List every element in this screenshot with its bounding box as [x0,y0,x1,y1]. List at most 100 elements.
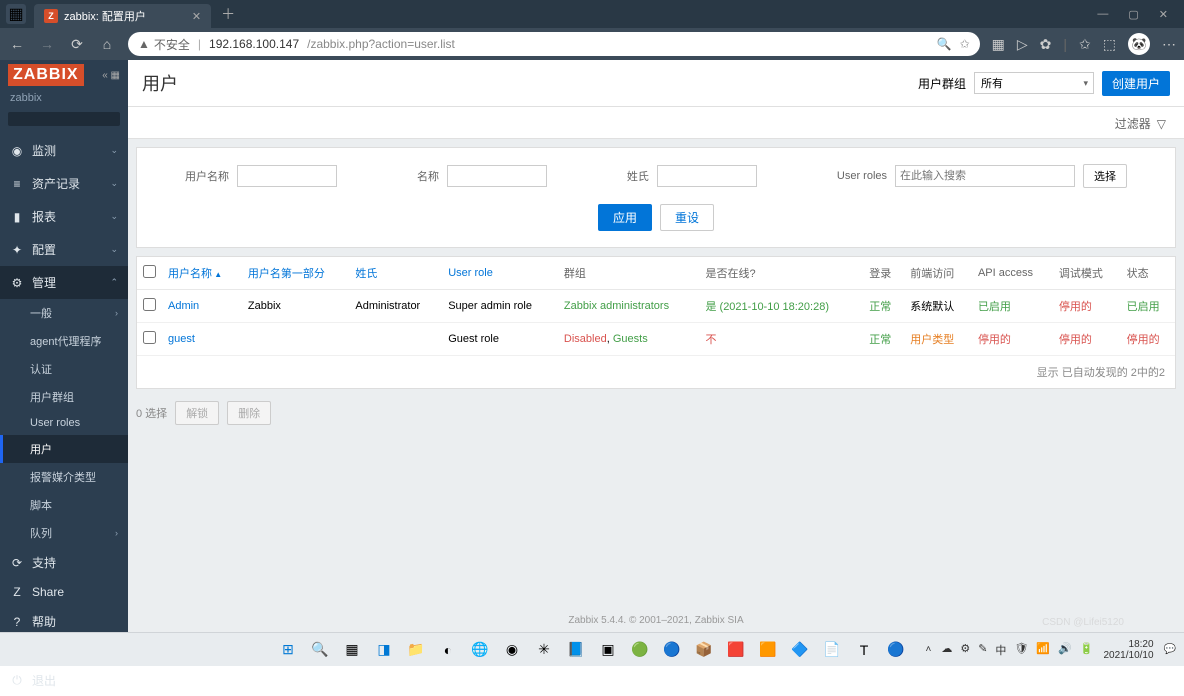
refresh-button[interactable]: ⟳ [68,36,86,53]
column-header[interactable]: API access [972,257,1053,290]
app-icon-10[interactable]: T [851,637,877,663]
chrome-icon[interactable]: ◉ [499,637,525,663]
browser-tab[interactable]: Z zabbix: 配置用户 ✕ [34,4,211,28]
column-header[interactable]: 姓氏 [349,257,442,290]
app-icon-6[interactable]: 🟥 [723,637,749,663]
create-user-button[interactable]: 创建用户 [1102,71,1170,96]
search-in-page-icon[interactable]: 🔍 [937,37,952,51]
sidebar-collapse-icon[interactable]: « ▦ [102,70,120,81]
column-header[interactable]: 用户名第一部分 [242,257,350,290]
app-icon-1[interactable]: ✳ [531,637,557,663]
back-button[interactable]: ← [8,36,26,52]
ime-icon[interactable]: 中 [995,642,1006,658]
user-alias-link[interactable]: guest [168,333,195,345]
collections-icon[interactable]: ⬚ [1103,36,1116,53]
column-header[interactable]: 登录 [863,257,904,290]
sidebar-bottom-item[interactable]: ⏻退出 [0,665,128,696]
select-roles-button[interactable]: 选择 [1083,164,1127,188]
nav-reports[interactable]: ▮报表⌄ [0,200,128,233]
column-header[interactable]: User role [442,257,558,290]
app-icon-2[interactable]: 📘 [563,637,589,663]
ext-icon-1[interactable]: ▦ [992,36,1005,53]
minimize-button[interactable]: — [1097,8,1108,21]
sidebar-bottom-item[interactable]: ZShare [0,578,128,606]
ext-icon-2[interactable]: ▷ [1017,36,1028,53]
user-alias-link[interactable]: Admin [168,300,199,312]
sidebar-search[interactable]: 🔍 [8,112,120,126]
app-icon-9[interactable]: 📄 [819,637,845,663]
favorites-icon[interactable]: ✩ [1079,36,1091,53]
filter-tab[interactable]: 过滤器 ▽ [1105,107,1176,138]
close-button[interactable]: ✕ [1159,8,1168,21]
row-checkbox[interactable] [143,331,156,344]
column-header[interactable]: 用户名称 ▲ [162,257,242,290]
group-link[interactable]: Guests [613,333,648,345]
new-tab-button[interactable]: ＋ [221,4,235,24]
nav-inventory[interactable]: ≡资产记录⌄ [0,167,128,200]
explorer-icon[interactable]: 📁 [403,637,429,663]
column-header[interactable]: 群组 [558,257,700,290]
sidebar-sub-item[interactable]: 报警媒介类型 [0,463,128,491]
sidebar-sub-item[interactable]: 用户 [0,435,128,463]
reset-button[interactable]: 重设 [660,204,714,231]
app-icon-3[interactable]: ▣ [595,637,621,663]
sidebar-sub-item[interactable]: 一般› [0,299,128,327]
virtualbox-icon[interactable]: 📦 [691,637,717,663]
tab-group-icon[interactable]: ▦ [6,4,26,24]
tray-icon[interactable]: 🛡 [1014,642,1028,658]
unlock-button[interactable]: 解锁 [175,401,219,425]
sidebar-sub-item[interactable]: 认证 [0,355,128,383]
bookmark-icon[interactable]: ✩ [960,37,970,51]
tab-close-icon[interactable]: ✕ [192,10,201,23]
sidebar-sub-item[interactable]: agent代理程序 [0,327,128,355]
tray-icon[interactable]: ☁ [941,642,952,658]
tray-icon[interactable]: ✎ [978,642,987,658]
select-all-checkbox[interactable] [143,265,156,278]
menu-icon[interactable]: ⋯ [1162,36,1176,53]
home-button[interactable]: ⌂ [98,36,116,52]
wifi-icon[interactable]: 📶 [1036,642,1050,658]
filter-roles-input[interactable] [895,165,1075,187]
column-header[interactable]: 是否在线? [699,257,863,290]
app-icon-8[interactable]: 🔷 [787,637,813,663]
clock[interactable]: 18:20 2021/10/10 [1103,639,1153,661]
delete-button[interactable]: 删除 [227,401,271,425]
search-button[interactable]: 🔍 [307,637,333,663]
profile-avatar[interactable]: 🐼 [1128,33,1150,55]
app-icon-11[interactable]: 🔵 [883,637,909,663]
forward-button[interactable]: → [38,36,56,52]
apply-button[interactable]: 应用 [598,204,652,231]
volume-icon[interactable]: 🔊 [1058,642,1072,658]
sidebar-sub-item[interactable]: 队列› [0,519,128,547]
nav-config[interactable]: ✦配置⌄ [0,233,128,266]
sidebar-sub-item[interactable]: 脚本 [0,491,128,519]
start-button[interactable]: ⊞ [275,637,301,663]
filter-surname-input[interactable] [657,165,757,187]
notifications-icon[interactable]: 💬 [1164,644,1176,655]
filter-alias-input[interactable] [237,165,337,187]
group-select[interactable]: 所有 [974,72,1094,94]
tray-icon[interactable]: ⚙ [960,642,970,658]
sidebar-bottom-item[interactable]: ⟳支持 [0,547,128,578]
tray-expand-icon[interactable]: ˄ [925,644,931,655]
column-header[interactable]: 前端访问 [904,257,972,290]
nav-monitoring[interactable]: ◉监测⌄ [0,134,128,167]
taskview-button[interactable]: ▦ [339,637,365,663]
app-icon-7[interactable]: 🟧 [755,637,781,663]
edge-icon[interactable]: 🌐 [467,637,493,663]
address-bar[interactable]: ▲ 不安全 | 192.168.100.147/zabbix.php?actio… [128,32,980,56]
ext-icon-3[interactable]: ✿ [1040,36,1052,53]
maximize-button[interactable]: ▢ [1128,8,1138,21]
security-indicator[interactable]: ▲ 不安全 [138,36,190,53]
group-link[interactable]: Disabled [564,333,607,345]
steam-icon[interactable]: ◐ [435,637,461,663]
filter-name-input[interactable] [447,165,547,187]
app-icon-4[interactable]: 🟢 [627,637,653,663]
widgets-button[interactable]: ◨ [371,637,397,663]
sidebar-sub-item[interactable]: User roles [0,411,128,435]
group-link[interactable]: Zabbix administrators [564,300,669,312]
column-header[interactable]: 状态 [1121,257,1175,290]
sidebar-sub-item[interactable]: 用户群组 [0,383,128,411]
app-icon-5[interactable]: 🔵 [659,637,685,663]
logo[interactable]: ZABBIX [8,64,84,86]
